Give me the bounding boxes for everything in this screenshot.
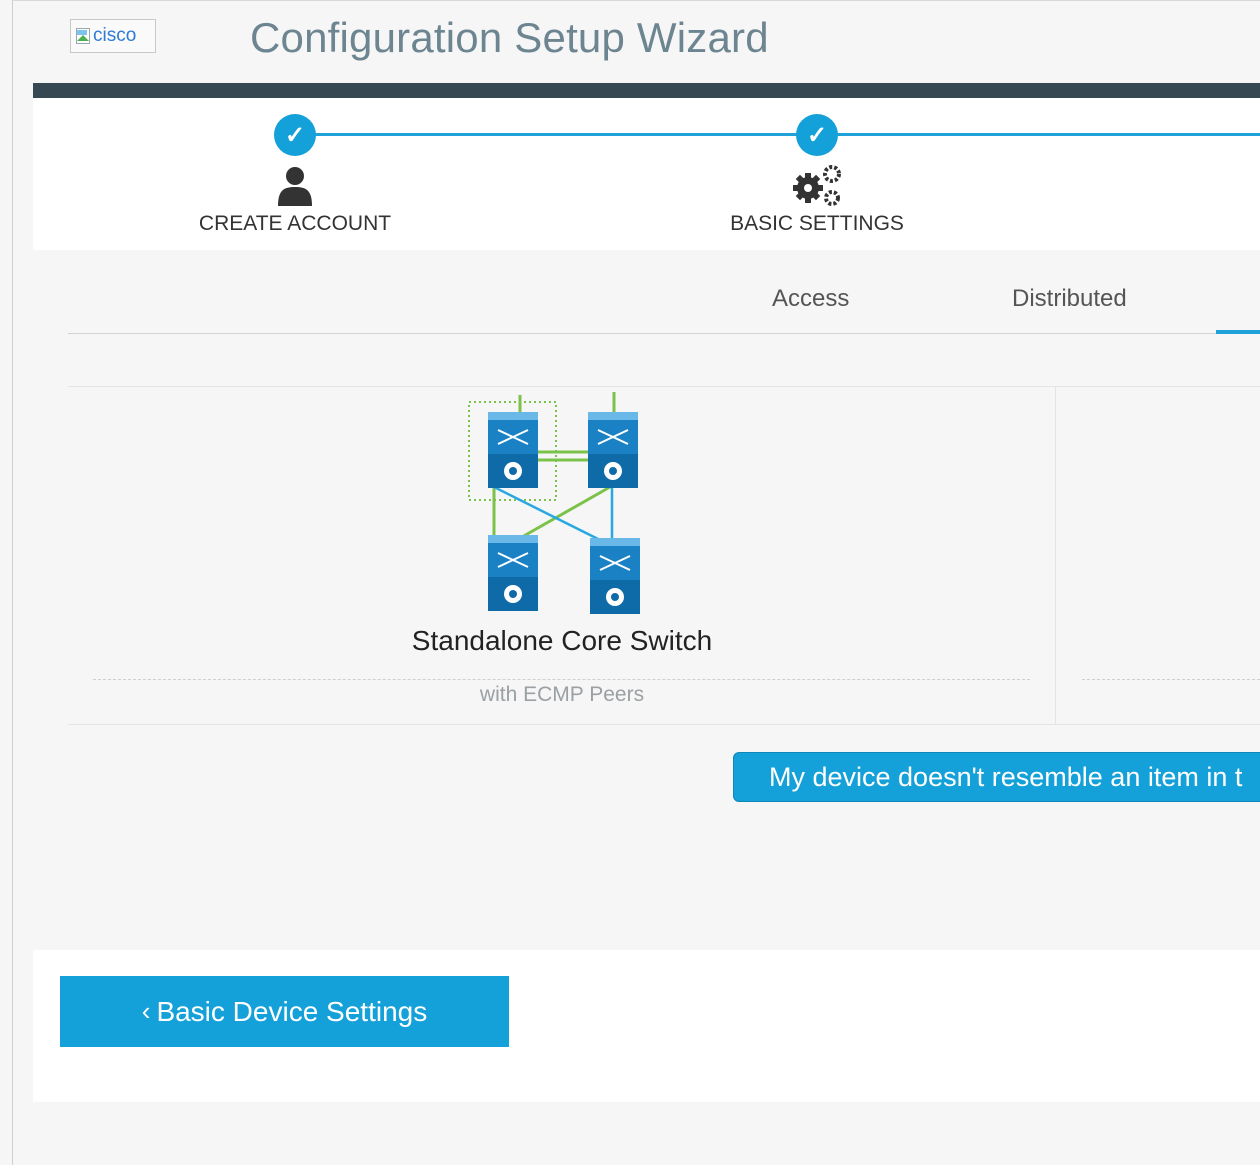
logo-alt-text: cisco — [93, 25, 137, 46]
tab-active-indicator — [1216, 330, 1260, 334]
broken-image-icon — [75, 28, 91, 44]
cisco-logo: cisco — [70, 19, 156, 53]
tab-access[interactable]: Access — [772, 285, 849, 313]
tabs-underline — [68, 333, 1260, 334]
card-title-standalone-core-switch[interactable]: Standalone Core Switch — [412, 625, 712, 657]
card-subtitle: with ECMP Peers — [479, 683, 645, 706]
core-switch-topology-icon[interactable] — [460, 392, 660, 617]
check-icon: ✓ — [806, 121, 828, 149]
page-title: Configuration Setup Wizard — [250, 14, 769, 61]
card-divider — [1055, 386, 1056, 724]
window-frame-top — [12, 0, 1260, 1]
back-button-label: Basic Device Settings — [156, 995, 428, 1027]
device-not-listed-button[interactable]: My device doesn't resemble an item in t — [733, 752, 1260, 802]
cards-top-border — [68, 386, 1260, 387]
card-dashed-divider — [1082, 679, 1260, 680]
step-label-create-account: CREATE ACCOUNT — [198, 212, 392, 235]
step-complete-check-icon: ✓ — [274, 114, 316, 156]
step-label-basic-settings: BASIC SETTINGS — [730, 212, 904, 235]
window-frame-left — [12, 0, 13, 1165]
chevron-left-icon: ‹ — [141, 996, 151, 1026]
header-bar — [33, 83, 1260, 98]
step-complete-check-icon: ✓ — [796, 114, 838, 156]
user-icon — [278, 167, 312, 206]
check-icon: ✓ — [284, 121, 306, 149]
card-dashed-divider — [93, 679, 1030, 680]
tab-distributed[interactable]: Distributed — [1012, 285, 1127, 313]
wizard-progress-line — [295, 133, 1260, 136]
back-basic-device-settings-button[interactable]: ‹ Basic Device Settings — [60, 976, 509, 1047]
gears-icon — [793, 165, 841, 206]
cards-bottom-border — [68, 724, 1260, 725]
